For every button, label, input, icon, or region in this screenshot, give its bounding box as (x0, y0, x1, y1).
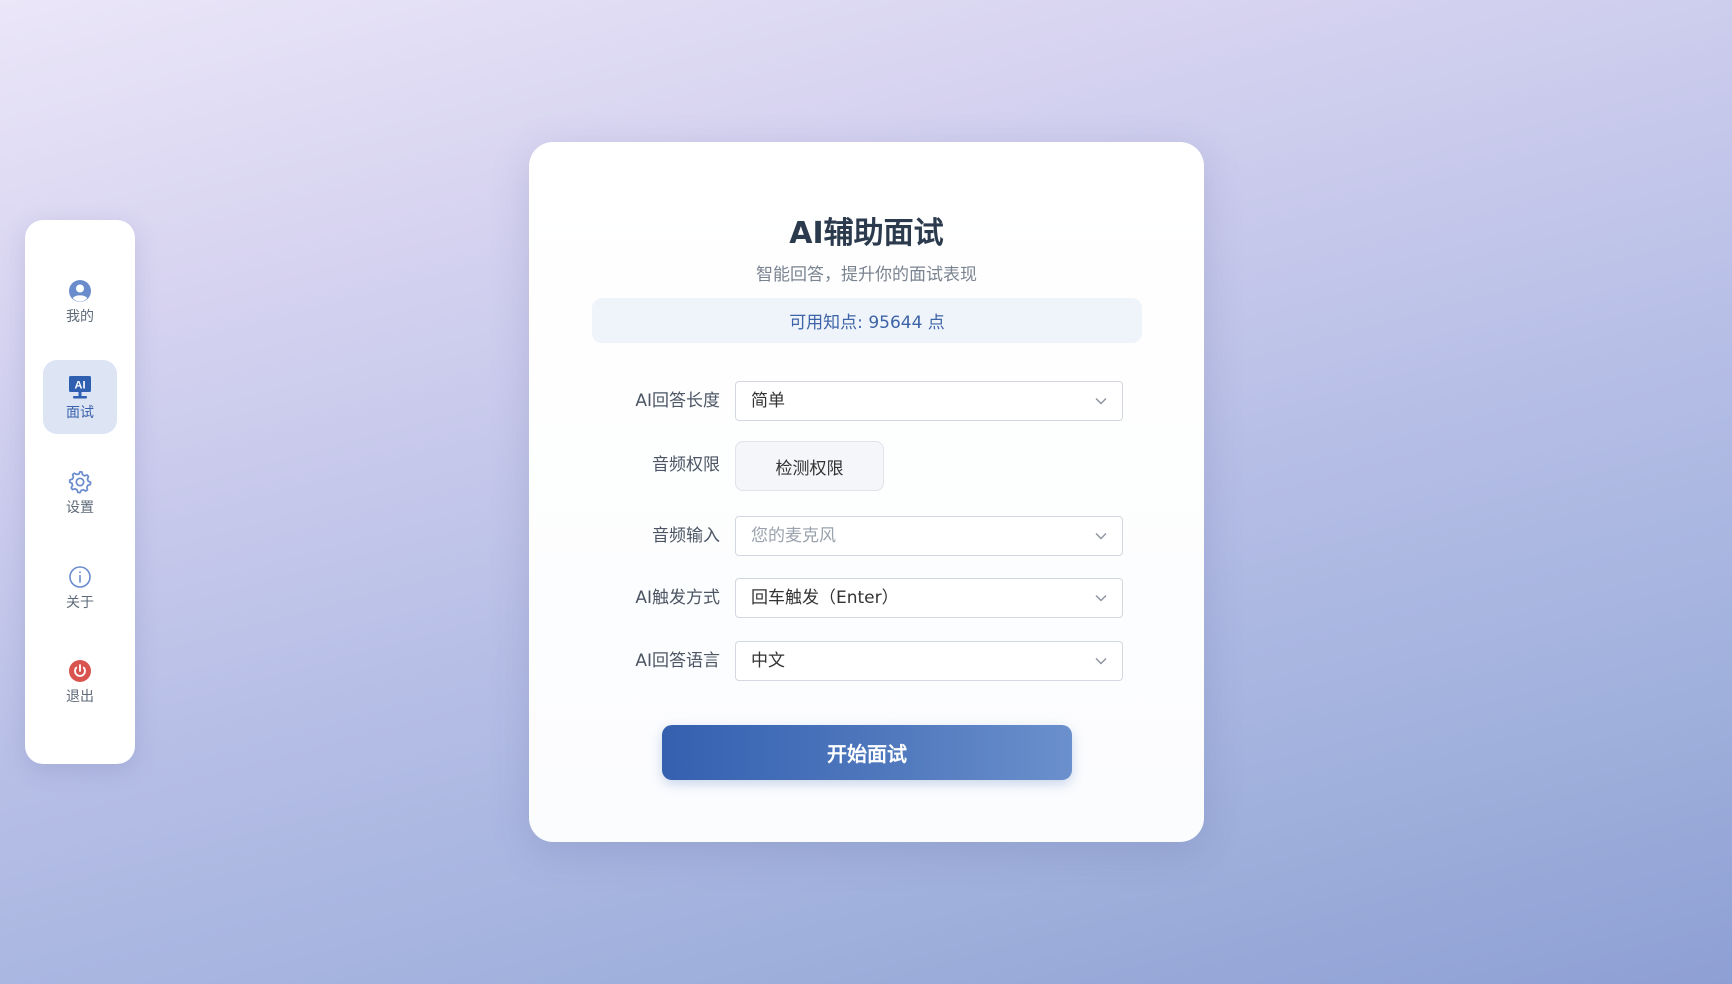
audio-permission-label: 音频权限 (652, 455, 720, 475)
sidebar-item-label: 面试 (66, 404, 94, 421)
power-icon (67, 658, 93, 684)
sidebar-item-logout[interactable]: 退出 (43, 644, 117, 718)
svg-text:AI: AI (75, 379, 86, 391)
audio-input-select[interactable]: 您的麦克风 (735, 516, 1123, 556)
page-subtitle: 智能回答，提升你的面试表现 (756, 265, 977, 285)
audio-permission-row: 音频权限 检测权限 (529, 441, 1204, 491)
answer-length-select[interactable]: 简单 (735, 381, 1123, 421)
sidebar-item-interview[interactable]: AI 面试 (43, 360, 117, 434)
page-title: AI辅助面试 (789, 216, 944, 251)
sidebar-item-label: 我的 (66, 308, 94, 325)
trigger-mode-select[interactable]: 回车触发（Enter） (735, 578, 1123, 618)
answer-language-row: AI回答语言 中文 (529, 641, 1204, 681)
trigger-mode-row: AI触发方式 回车触发（Enter） (529, 578, 1204, 618)
audio-input-label: 音频输入 (652, 526, 720, 546)
points-balance-banner: 可用知点: 95644 点 (592, 298, 1142, 343)
interview-setup-card: AI辅助面试 智能回答，提升你的面试表现 可用知点: 95644 点 AI回答长… (529, 142, 1204, 842)
trigger-mode-label: AI触发方式 (635, 588, 720, 608)
answer-length-label: AI回答长度 (635, 391, 720, 411)
info-icon (67, 564, 93, 590)
points-balance-text: 可用知点: 95644 点 (789, 313, 945, 333)
ai-monitor-icon: AI (67, 374, 93, 400)
answer-language-value: 中文 (751, 651, 785, 671)
audio-input-placeholder: 您的麦克风 (751, 526, 836, 546)
sidebar-item-settings[interactable]: 设置 (43, 455, 117, 529)
chevron-down-icon (1095, 595, 1107, 602)
answer-length-value: 简单 (751, 391, 785, 411)
sidebar-item-profile[interactable]: 我的 (43, 264, 117, 338)
answer-length-row: AI回答长度 简单 (529, 381, 1204, 421)
trigger-mode-value: 回车触发（Enter） (751, 588, 899, 608)
audio-input-row: 音频输入 您的麦克风 (529, 516, 1204, 556)
chevron-down-icon (1095, 658, 1107, 665)
sidebar-item-about[interactable]: 关于 (43, 550, 117, 624)
gear-icon (67, 469, 93, 495)
answer-language-label: AI回答语言 (635, 651, 720, 671)
sidebar-item-label: 关于 (66, 594, 94, 611)
sidebar-item-label: 设置 (66, 499, 94, 516)
start-interview-button[interactable]: 开始面试 (662, 725, 1072, 780)
sidebar-item-label: 退出 (66, 688, 94, 705)
sidebar: 我的 AI 面试 设置 关于 退出 (25, 220, 135, 764)
user-circle-icon (67, 278, 93, 304)
answer-language-select[interactable]: 中文 (735, 641, 1123, 681)
chevron-down-icon (1095, 398, 1107, 405)
check-permission-button[interactable]: 检测权限 (735, 441, 884, 491)
chevron-down-icon (1095, 533, 1107, 540)
